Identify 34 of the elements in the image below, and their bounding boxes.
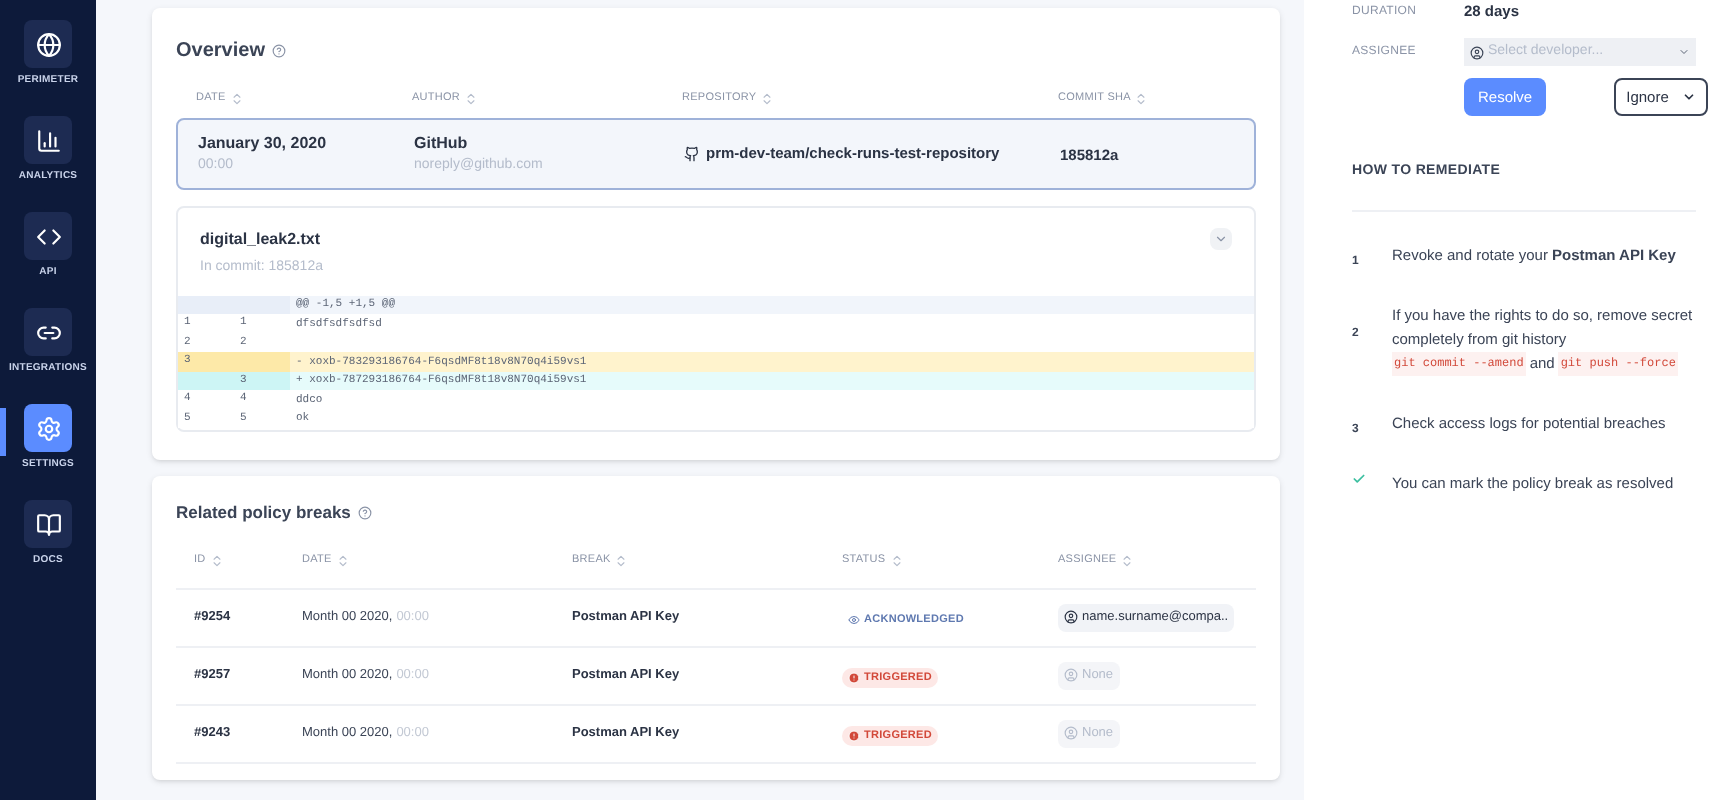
sort-icon[interactable] xyxy=(760,91,775,106)
book-icon xyxy=(35,511,61,537)
sort-icon[interactable] xyxy=(614,553,629,568)
user-icon xyxy=(1064,668,1078,683)
help-icon[interactable] xyxy=(272,44,287,58)
globe-icon xyxy=(35,31,61,57)
author-name: GitHub xyxy=(414,132,470,156)
sort-icon[interactable] xyxy=(335,553,350,568)
code-icon xyxy=(35,223,61,249)
user-icon xyxy=(1064,610,1078,625)
eye-icon xyxy=(848,613,860,626)
sort-icon[interactable] xyxy=(1120,553,1135,568)
alert-icon xyxy=(848,729,860,742)
github-icon xyxy=(684,146,700,163)
bar-chart-icon xyxy=(35,127,61,153)
user-icon xyxy=(1064,726,1078,741)
sort-icon[interactable] xyxy=(1134,91,1149,106)
section-title: Related policy breaks xyxy=(176,500,351,526)
commit-date: January 30, 2020 xyxy=(198,132,329,156)
help-icon[interactable] xyxy=(358,505,373,520)
file-name: digital_leak2.txt xyxy=(200,228,323,253)
sort-icon[interactable] xyxy=(229,91,244,106)
check-icon xyxy=(1352,471,1366,485)
alert-icon xyxy=(848,671,860,684)
caret-icon xyxy=(1678,46,1690,58)
sort-icon[interactable] xyxy=(209,553,224,568)
caret-icon xyxy=(1682,90,1697,104)
sort-icon[interactable] xyxy=(464,91,479,106)
collapse-button[interactable] xyxy=(1210,228,1232,251)
chevron-icon xyxy=(1214,232,1228,247)
settings-icon xyxy=(35,415,61,441)
sort-icon[interactable] xyxy=(889,553,904,568)
user-icon xyxy=(1470,45,1484,59)
section-title: Overview xyxy=(176,38,265,66)
